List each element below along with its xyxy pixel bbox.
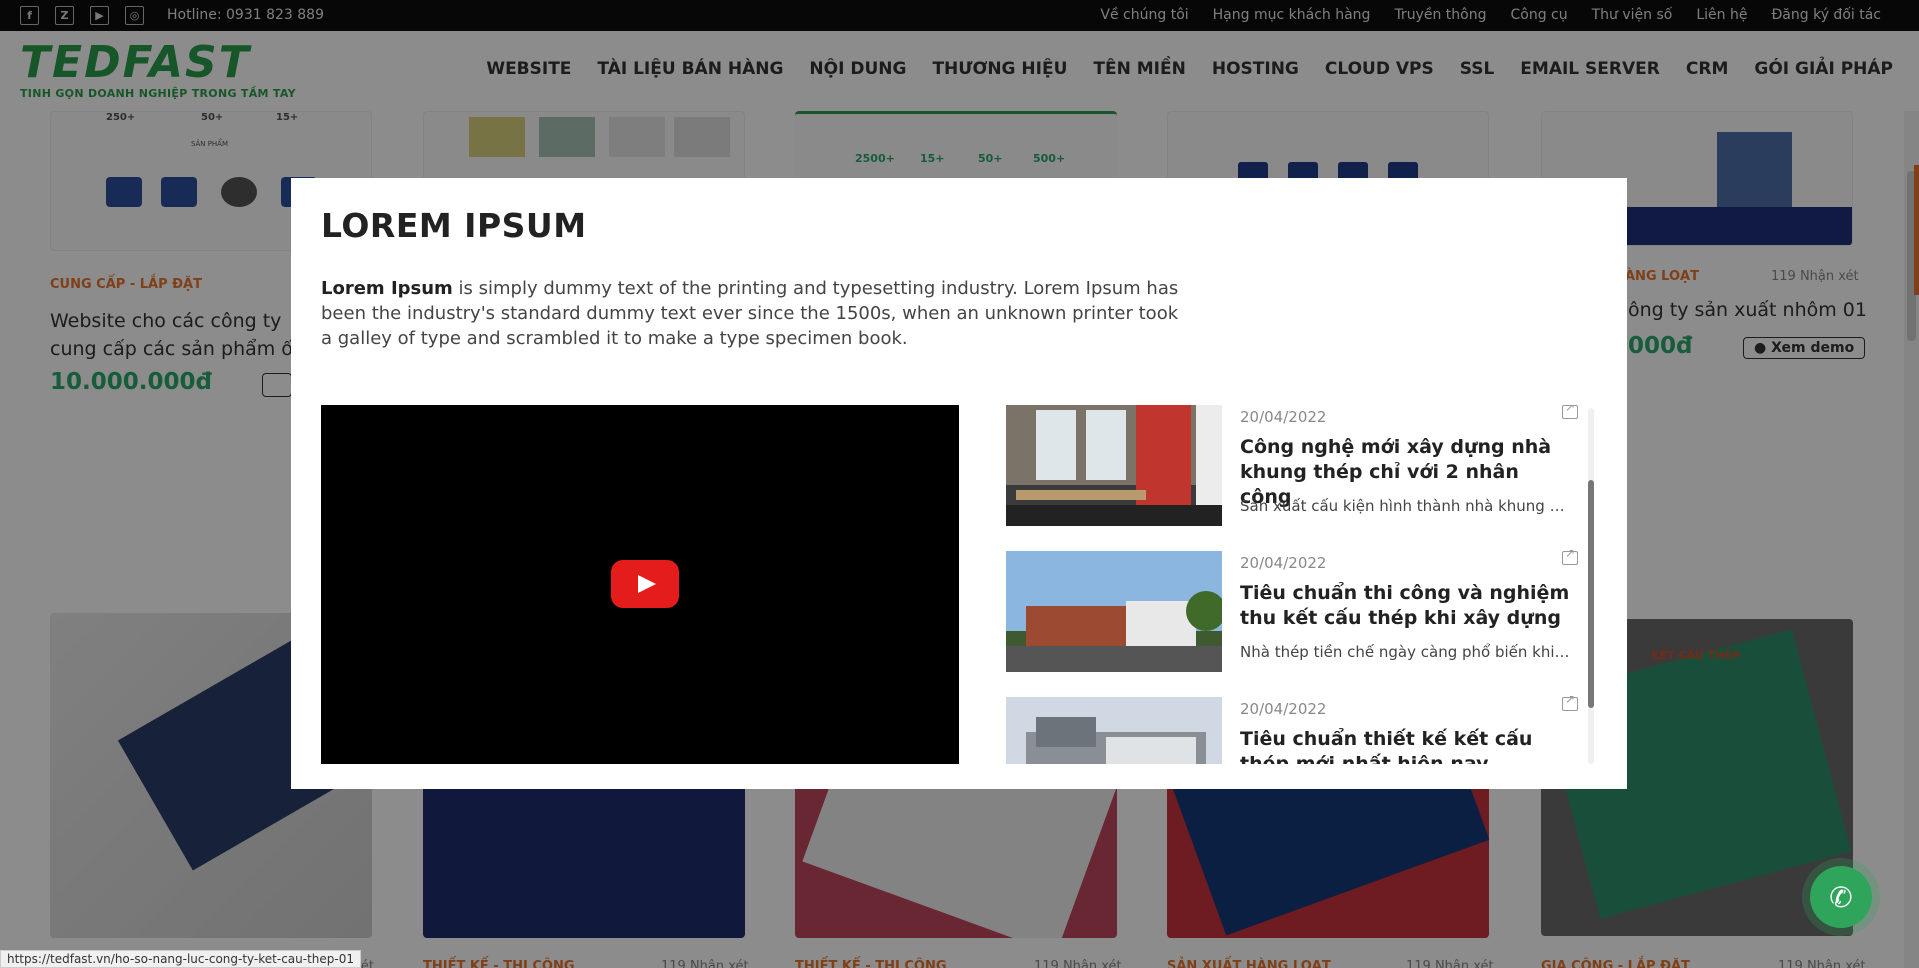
news-list: 20/04/2022 Công nghệ mới xây dựng nhà kh… [1006,405,1606,764]
news-date: 20/04/2022 [1240,700,1327,718]
share-icon[interactable] [1562,546,1578,565]
phone-call-button[interactable]: ✆ [1810,866,1872,928]
video-modal: LOREM IPSUM Lorem Ipsum is simply dummy … [291,178,1627,789]
news-thumbnail[interactable] [1006,405,1222,526]
news-scrollbar-thumb[interactable] [1588,480,1594,708]
share-icon[interactable] [1562,692,1578,711]
news-title[interactable]: Tiêu chuẩn thiết kế kết cấu thép mới nhấ… [1240,727,1570,764]
status-url: https://tedfast.vn/ho-so-nang-luc-cong-t… [0,950,361,968]
modal-description: Lorem Ipsum is simply dummy text of the … [321,276,1181,351]
modal-title: LOREM IPSUM [321,206,587,245]
steel-building-image [1006,697,1222,764]
news-thumbnail[interactable] [1006,697,1222,764]
news-scrollbar[interactable] [1588,408,1594,764]
phone-icon: ✆ [1829,880,1853,914]
news-title[interactable]: Tiêu chuẩn thi công và nghiệm thu kết cấ… [1240,581,1570,631]
news-excerpt: Nhà thép tiền chế ngày càng phổ biến khi… [1240,643,1570,661]
share-icon[interactable] [1562,405,1578,419]
news-thumbnail[interactable] [1006,551,1222,672]
office-interior-image [1006,405,1222,526]
building-exterior-image [1006,551,1222,672]
modal-description-bold: Lorem Ipsum [321,278,453,299]
news-date: 20/04/2022 [1240,408,1327,426]
youtube-play-icon[interactable] [611,560,679,608]
news-item[interactable]: 20/04/2022 Công nghệ mới xây dựng nhà kh… [1006,405,1591,527]
news-date: 20/04/2022 [1240,554,1327,572]
video-player[interactable] [321,405,959,764]
news-item[interactable]: 20/04/2022 Tiêu chuẩn thi công và nghiệm… [1006,546,1591,673]
news-item[interactable]: 20/04/2022 Tiêu chuẩn thiết kế kết cấu t… [1006,692,1591,764]
news-excerpt: Sản xuất cấu kiện hình thành nhà khung t… [1240,497,1570,515]
